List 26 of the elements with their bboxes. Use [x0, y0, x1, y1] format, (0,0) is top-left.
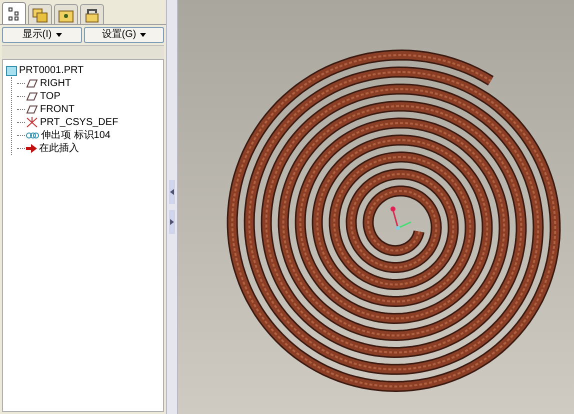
- coordinate-system-icon: [26, 117, 38, 128]
- layers-tab[interactable]: [28, 4, 52, 24]
- datum-plane-icon: [26, 105, 38, 114]
- favorites-tab[interactable]: [80, 4, 104, 24]
- tree-item[interactable]: FRONT: [40, 104, 74, 116]
- coordinate-axes-icon: [390, 206, 412, 230]
- insert-arrow-icon: [26, 144, 37, 153]
- model-tree-tab[interactable]: [2, 2, 26, 24]
- tree-item[interactable]: 在此插入: [39, 142, 79, 154]
- tree-item[interactable]: TOP: [40, 90, 60, 102]
- tree-item[interactable]: 伸出项 标识104: [41, 130, 110, 142]
- tree-item[interactable]: RIGHT: [40, 78, 72, 90]
- caret-icon: [140, 33, 146, 37]
- extrude-feature-icon: [26, 131, 39, 140]
- settings-menu-button[interactable]: 设置(G): [84, 27, 164, 43]
- part-icon: [6, 66, 17, 76]
- caret-icon: [56, 33, 62, 37]
- folder-tab[interactable]: [54, 4, 78, 24]
- briefcase-icon: [84, 6, 100, 22]
- tree-item[interactable]: PRT0001.PRT: [19, 64, 84, 76]
- datum-plane-icon: [26, 79, 38, 88]
- datum-plane-icon: [26, 92, 38, 101]
- stacked-folders-icon: [32, 6, 48, 22]
- tree-icon: [8, 6, 20, 20]
- tree-item[interactable]: PRT_CSYS_DEF: [40, 116, 118, 128]
- show-menu-button[interactable]: 显示(I): [2, 27, 82, 43]
